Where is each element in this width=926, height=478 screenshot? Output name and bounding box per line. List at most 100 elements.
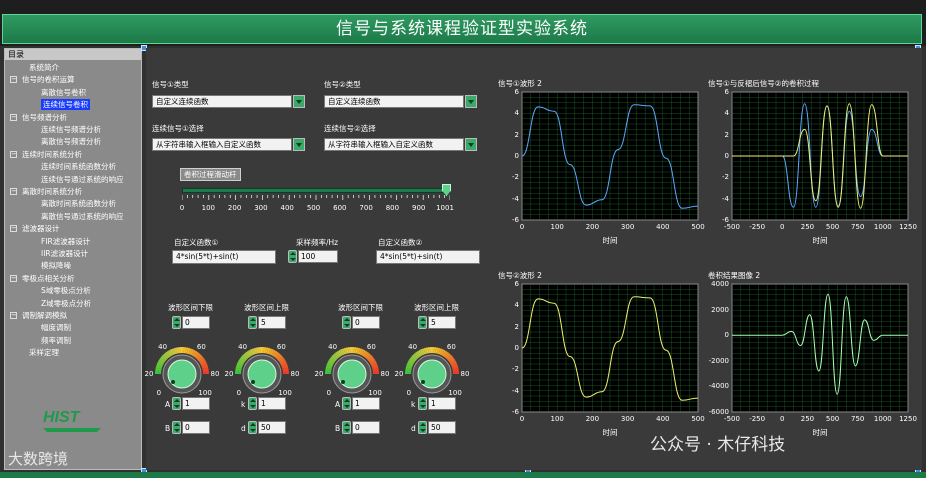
sidebar-item[interactable]: 连续信号通过系统的响应 bbox=[41, 174, 124, 185]
stepper-icon[interactable] bbox=[418, 397, 427, 410]
sidebar-item[interactable]: 信号频谱分析 bbox=[22, 112, 67, 123]
plot-area[interactable] bbox=[496, 88, 706, 238]
frequency-knob[interactable]: 0 20 40 60 80 100 bbox=[219, 338, 305, 398]
dropdown-arrow-icon[interactable] bbox=[465, 138, 477, 151]
param-a-input-value[interactable]: 1 bbox=[182, 397, 210, 410]
param-d-input-value[interactable]: 50 bbox=[428, 421, 456, 434]
sidebar-item[interactable]: 信号的卷积运算 bbox=[22, 74, 75, 85]
upper-bound-input[interactable]: 5 bbox=[418, 316, 458, 329]
stepper-icon[interactable] bbox=[172, 397, 181, 410]
knob-dial[interactable] bbox=[309, 338, 395, 398]
knob-dial[interactable] bbox=[389, 338, 475, 398]
param-k-input-value[interactable]: 1 bbox=[428, 397, 456, 410]
collapse-toggle-icon[interactable]: − bbox=[10, 113, 17, 121]
sidebar-item[interactable]: 采样定理 bbox=[29, 347, 59, 358]
stepper-icon[interactable] bbox=[172, 421, 181, 434]
convolution-slider-button[interactable]: 卷积过程滑动杆 bbox=[180, 168, 241, 181]
lower-bound-input[interactable]: 0 bbox=[342, 316, 382, 329]
knob-dial[interactable] bbox=[139, 338, 225, 398]
sidebar-item[interactable]: 连续信号卷积 bbox=[41, 99, 90, 111]
stepper-icon[interactable] bbox=[418, 421, 427, 434]
stepper-icon[interactable] bbox=[248, 316, 257, 329]
param-k-input[interactable]: 1 bbox=[418, 397, 458, 410]
param-a-input[interactable]: 1 bbox=[172, 397, 212, 410]
plot-area[interactable] bbox=[706, 280, 916, 430]
param-b-input-value[interactable]: 0 bbox=[182, 421, 210, 434]
collapse-toggle-icon[interactable]: − bbox=[10, 188, 17, 195]
stepper-icon[interactable] bbox=[248, 397, 257, 410]
func1-input[interactable]: 4*sin(5*t)+sin(t) bbox=[172, 250, 276, 264]
sidebar-item[interactable]: 连续时间系统函数分析 bbox=[41, 161, 116, 172]
dropdown-arrow-icon[interactable] bbox=[465, 95, 477, 108]
collapse-toggle-icon[interactable]: − bbox=[10, 312, 17, 319]
slider-tick-label: 100 bbox=[201, 204, 215, 212]
collapse-toggle-icon[interactable]: − bbox=[10, 76, 17, 84]
frequency-knob[interactable]: 0 20 40 60 80 100 bbox=[389, 338, 475, 398]
amplitude-knob[interactable]: 0 20 40 60 80 100 bbox=[139, 338, 225, 398]
collapse-toggle-icon[interactable]: − bbox=[10, 150, 17, 158]
sig2-type-select[interactable]: 自定义连续函数 bbox=[324, 95, 477, 108]
param-b-input[interactable]: 0 bbox=[342, 421, 382, 434]
sidebar-item[interactable]: 离散时间系统分析 bbox=[22, 186, 82, 197]
upper-bound-input-value[interactable]: 5 bbox=[258, 316, 286, 329]
collapse-toggle-icon[interactable]: − bbox=[10, 225, 17, 233]
sidebar-item[interactable]: 频率调制 bbox=[41, 335, 71, 346]
param-a-input-value[interactable]: 1 bbox=[352, 397, 380, 410]
sidebar-item[interactable]: 离散信号频谱分析 bbox=[41, 136, 101, 147]
func2-input[interactable]: 4*sin(5*t)+sin(t) bbox=[376, 250, 480, 264]
stepper-icon[interactable] bbox=[342, 421, 351, 434]
param-k-input[interactable]: 1 bbox=[248, 397, 288, 410]
plot-area[interactable] bbox=[706, 88, 916, 238]
sample-rate-value[interactable]: 100 bbox=[298, 250, 338, 263]
sidebar-item[interactable]: 滤波器设计 bbox=[22, 223, 60, 234]
param-d-input[interactable]: 50 bbox=[418, 421, 458, 434]
param-k-input-value[interactable]: 1 bbox=[258, 397, 286, 410]
stepper-icon[interactable] bbox=[172, 316, 181, 329]
y-tick-label: -4 bbox=[722, 194, 729, 203]
sidebar-item[interactable]: FIR滤波器设计 bbox=[41, 236, 90, 247]
sig1-select[interactable]: 从字符串输入框输入自定义函数 bbox=[152, 138, 305, 151]
collapse-toggle-icon[interactable]: − bbox=[10, 274, 17, 282]
stepper-icon[interactable] bbox=[342, 316, 351, 329]
sidebar-item[interactable]: 零极点相关分析 bbox=[22, 273, 75, 284]
sig1-type-select[interactable]: 自定义连续函数 bbox=[152, 95, 305, 108]
sample-rate-control[interactable]: 100 bbox=[288, 250, 340, 263]
lower-bound-input-value[interactable]: 0 bbox=[182, 316, 210, 329]
upper-bound-input[interactable]: 5 bbox=[248, 316, 288, 329]
upper-bound-input-value[interactable]: 5 bbox=[428, 316, 456, 329]
stepper-icon[interactable] bbox=[418, 316, 427, 329]
sidebar-item[interactable]: S域零极点分析 bbox=[41, 285, 91, 296]
plot-area[interactable] bbox=[496, 280, 706, 430]
param-b-input-value[interactable]: 0 bbox=[352, 421, 380, 434]
sidebar-item[interactable]: 调制解调模拟 bbox=[22, 310, 67, 321]
sidebar-item[interactable]: 连续信号频谱分析 bbox=[41, 124, 101, 135]
dropdown-arrow-icon[interactable] bbox=[293, 95, 305, 108]
sidebar-item[interactable]: 连续时间系统分析 bbox=[22, 149, 82, 160]
knob-dial[interactable] bbox=[219, 338, 305, 398]
param-a-input[interactable]: 1 bbox=[342, 397, 382, 410]
stepper-icon[interactable] bbox=[288, 250, 297, 263]
sidebar-item[interactable]: IIR滤波器设计 bbox=[41, 248, 88, 259]
param-d-input[interactable]: 50 bbox=[248, 421, 288, 434]
sig2-select[interactable]: 从字符串输入框输入自定义函数 bbox=[324, 138, 477, 151]
lower-bound-input[interactable]: 0 bbox=[172, 316, 212, 329]
param-d-input-value[interactable]: 50 bbox=[258, 421, 286, 434]
sidebar-item[interactable]: 系统简介 bbox=[29, 62, 59, 73]
dropdown-arrow-icon[interactable] bbox=[293, 138, 305, 151]
slider-tick-label: 900 bbox=[412, 204, 426, 212]
sidebar-item[interactable]: 模拟降噪 bbox=[41, 260, 71, 271]
knob-scale-segment bbox=[410, 356, 417, 362]
param-b-input[interactable]: 0 bbox=[172, 421, 212, 434]
slider-tick-label: 800 bbox=[385, 204, 400, 212]
x-tick-label: 400 bbox=[656, 223, 670, 231]
sidebar-item[interactable]: 离散信号卷积 bbox=[41, 87, 86, 98]
sidebar-item[interactable]: 幅度调制 bbox=[41, 322, 71, 333]
stepper-icon[interactable] bbox=[248, 421, 257, 434]
sidebar-item[interactable]: Z域零极点分析 bbox=[41, 298, 91, 309]
sidebar-item[interactable]: 离散时间系统函数分析 bbox=[41, 198, 116, 209]
amplitude-knob[interactable]: 0 20 40 60 80 100 bbox=[309, 338, 395, 398]
convolution-slider-track[interactable] bbox=[182, 188, 450, 193]
sidebar-item[interactable]: 离散信号通过系统的响应 bbox=[41, 211, 124, 222]
stepper-icon[interactable] bbox=[342, 397, 351, 410]
lower-bound-input-value[interactable]: 0 bbox=[352, 316, 380, 329]
